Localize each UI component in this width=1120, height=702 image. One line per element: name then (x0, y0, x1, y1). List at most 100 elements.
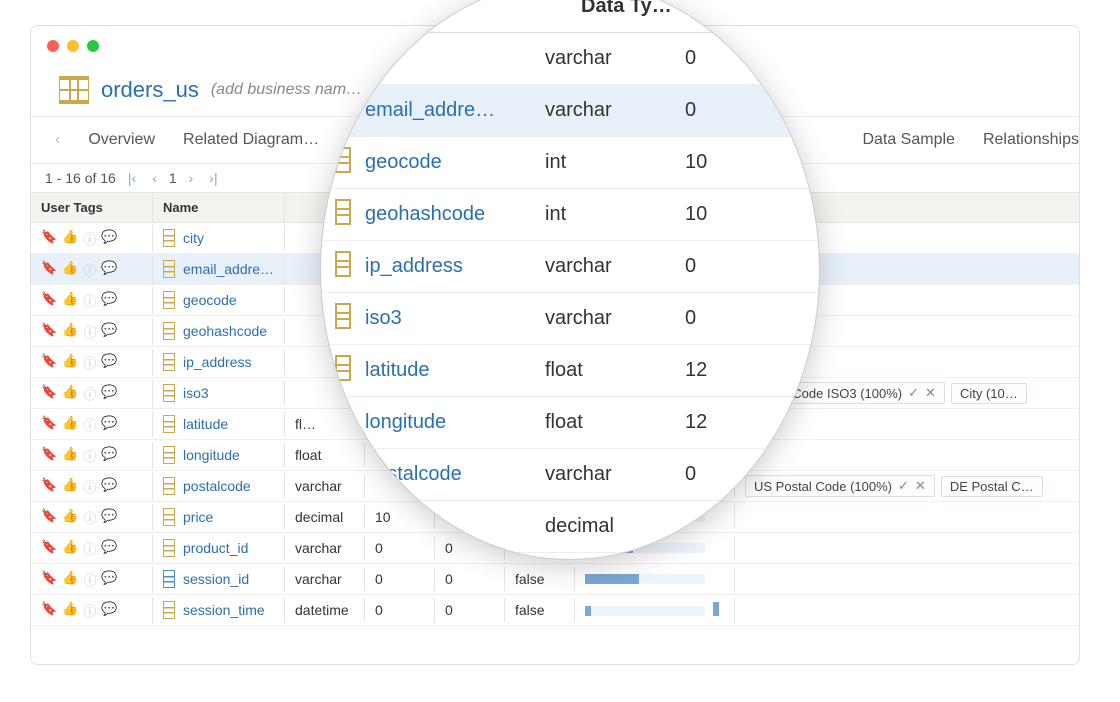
info-icon[interactable]: ⓘ (83, 384, 96, 403)
row-tag-icons[interactable]: 🔖 👍 ⓘ 💬 (41, 446, 142, 465)
pager-prev-icon[interactable]: ‹ (148, 170, 161, 186)
pager-next-icon[interactable]: › (185, 170, 198, 186)
comment-icon[interactable]: 💬 (101, 477, 117, 496)
thumbs-up-icon[interactable]: 👍 (62, 353, 78, 372)
semantic-chip[interactable]: City (10… (951, 383, 1027, 404)
row-tag-icons[interactable]: 🔖 👍 ⓘ 💬 (41, 508, 142, 527)
bookmark-icon[interactable]: 🔖 (41, 353, 57, 372)
thumbs-up-icon[interactable]: 👍 (62, 322, 78, 341)
bookmark-icon[interactable]: 🔖 (41, 291, 57, 310)
info-icon[interactable]: ⓘ (83, 539, 96, 558)
column-name[interactable]: city (183, 230, 204, 246)
thumbs-up-icon[interactable]: 👍 (62, 477, 78, 496)
column-name[interactable]: geohashcode (183, 323, 267, 339)
comment-icon[interactable]: 💬 (101, 291, 117, 310)
thumbs-up-icon[interactable]: 👍 (62, 508, 78, 527)
bookmark-icon[interactable]: 🔖 (41, 477, 57, 496)
comment-icon[interactable]: 💬 (101, 415, 117, 434)
comment-icon[interactable]: 💬 (101, 570, 117, 589)
tab-relationships[interactable]: Relationships (983, 131, 1079, 149)
minimize-icon[interactable] (67, 40, 79, 52)
tab-related-diagrams[interactable]: Related Diagram… (183, 131, 319, 149)
thumbs-up-icon[interactable]: 👍 (62, 415, 78, 434)
column-name[interactable]: product_id (183, 540, 248, 556)
comment-icon[interactable]: 💬 (101, 508, 117, 527)
row-tag-icons[interactable]: 🔖 👍 ⓘ 💬 (41, 322, 142, 341)
bookmark-icon[interactable]: 🔖 (41, 601, 57, 620)
thumbs-up-icon[interactable]: 👍 (62, 446, 78, 465)
column-name[interactable]: session_id (183, 571, 249, 587)
column-name[interactable]: session_time (183, 602, 265, 618)
row-tag-icons[interactable]: 🔖 👍 ⓘ 💬 (41, 477, 142, 496)
column-name[interactable]: price (183, 509, 213, 525)
tab-prev-icon[interactable]: ‹ (55, 131, 60, 149)
thumbs-up-icon[interactable]: 👍 (62, 539, 78, 558)
pager-last-icon[interactable]: ›| (205, 170, 221, 186)
comment-icon[interactable]: 💬 (101, 322, 117, 341)
semantic-chip[interactable]: DE Postal C… (941, 476, 1043, 497)
bookmark-icon[interactable]: 🔖 (41, 229, 57, 248)
thumbs-up-icon[interactable]: 👍 (62, 260, 78, 279)
header-user-tags[interactable]: User Tags (31, 193, 153, 222)
info-icon[interactable]: ⓘ (83, 291, 96, 310)
check-icon[interactable]: ✓ (908, 385, 919, 401)
check-icon[interactable]: ✓ (898, 478, 909, 494)
column-name[interactable]: geocode (183, 292, 237, 308)
column-name[interactable]: postalcode (183, 478, 251, 494)
bookmark-icon[interactable]: 🔖 (41, 508, 57, 527)
thumbs-up-icon[interactable]: 👍 (62, 291, 78, 310)
maximize-icon[interactable] (87, 40, 99, 52)
tab-overview[interactable]: Overview (88, 131, 155, 149)
semantic-chip[interactable]: US Postal Code (100%) ✓ ✕ (745, 475, 935, 497)
thumbs-up-icon[interactable]: 👍 (62, 570, 78, 589)
comment-icon[interactable]: 💬 (101, 353, 117, 372)
bookmark-icon[interactable]: 🔖 (41, 570, 57, 589)
comment-icon[interactable]: 💬 (101, 260, 117, 279)
column-name[interactable]: longitude (183, 447, 240, 463)
row-tag-icons[interactable]: 🔖 👍 ⓘ 💬 (41, 539, 142, 558)
bookmark-icon[interactable]: 🔖 (41, 384, 57, 403)
bookmark-icon[interactable]: 🔖 (41, 539, 57, 558)
info-icon[interactable]: ⓘ (83, 353, 96, 372)
bookmark-icon[interactable]: 🔖 (41, 322, 57, 341)
info-icon[interactable]: ⓘ (83, 229, 96, 248)
column-name[interactable]: latitude (183, 416, 228, 432)
close-icon[interactable]: ✕ (915, 478, 926, 494)
info-icon[interactable]: ⓘ (83, 477, 96, 496)
column-name[interactable]: email_addre… (183, 261, 274, 277)
row-tag-icons[interactable]: 🔖 👍 ⓘ 💬 (41, 570, 142, 589)
info-icon[interactable]: ⓘ (83, 601, 96, 620)
row-tag-icons[interactable]: 🔖 👍 ⓘ 💬 (41, 260, 142, 279)
pager-first-icon[interactable]: |‹ (124, 170, 140, 186)
info-icon[interactable]: ⓘ (83, 415, 96, 434)
row-tag-icons[interactable]: 🔖 👍 ⓘ 💬 (41, 291, 142, 310)
row-tag-icons[interactable]: 🔖 👍 ⓘ 💬 (41, 601, 142, 620)
comment-icon[interactable]: 💬 (101, 446, 117, 465)
comment-icon[interactable]: 💬 (101, 601, 117, 620)
column-name[interactable]: iso3 (183, 385, 209, 401)
info-icon[interactable]: ⓘ (83, 446, 96, 465)
bookmark-icon[interactable]: 🔖 (41, 446, 57, 465)
row-tag-icons[interactable]: 🔖 👍 ⓘ 💬 (41, 353, 142, 372)
thumbs-up-icon[interactable]: 👍 (62, 384, 78, 403)
table-row[interactable]: 🔖 👍 ⓘ 💬 session_id varchar 0 0 false (31, 564, 1079, 595)
business-name-hint[interactable]: (add business nam… (211, 81, 362, 99)
comment-icon[interactable]: 💬 (101, 539, 117, 558)
comment-icon[interactable]: 💬 (101, 229, 117, 248)
info-icon[interactable]: ⓘ (83, 570, 96, 589)
info-icon[interactable]: ⓘ (83, 322, 96, 341)
info-icon[interactable]: ⓘ (83, 260, 96, 279)
comment-icon[interactable]: 💬 (101, 384, 117, 403)
row-tag-icons[interactable]: 🔖 👍 ⓘ 💬 (41, 415, 142, 434)
close-icon[interactable]: ✕ (925, 385, 936, 401)
row-tag-icons[interactable]: 🔖 👍 ⓘ 💬 (41, 229, 142, 248)
thumbs-up-icon[interactable]: 👍 (62, 229, 78, 248)
header-name[interactable]: Name (153, 193, 285, 222)
row-tag-icons[interactable]: 🔖 👍 ⓘ 💬 (41, 384, 142, 403)
tab-data-sample[interactable]: Data Sample (862, 131, 955, 149)
thumbs-up-icon[interactable]: 👍 (62, 601, 78, 620)
close-icon[interactable] (47, 40, 59, 52)
table-row[interactable]: 🔖 👍 ⓘ 💬 session_time datetime 0 0 false (31, 595, 1079, 626)
bookmark-icon[interactable]: 🔖 (41, 260, 57, 279)
column-name[interactable]: ip_address (183, 354, 252, 370)
